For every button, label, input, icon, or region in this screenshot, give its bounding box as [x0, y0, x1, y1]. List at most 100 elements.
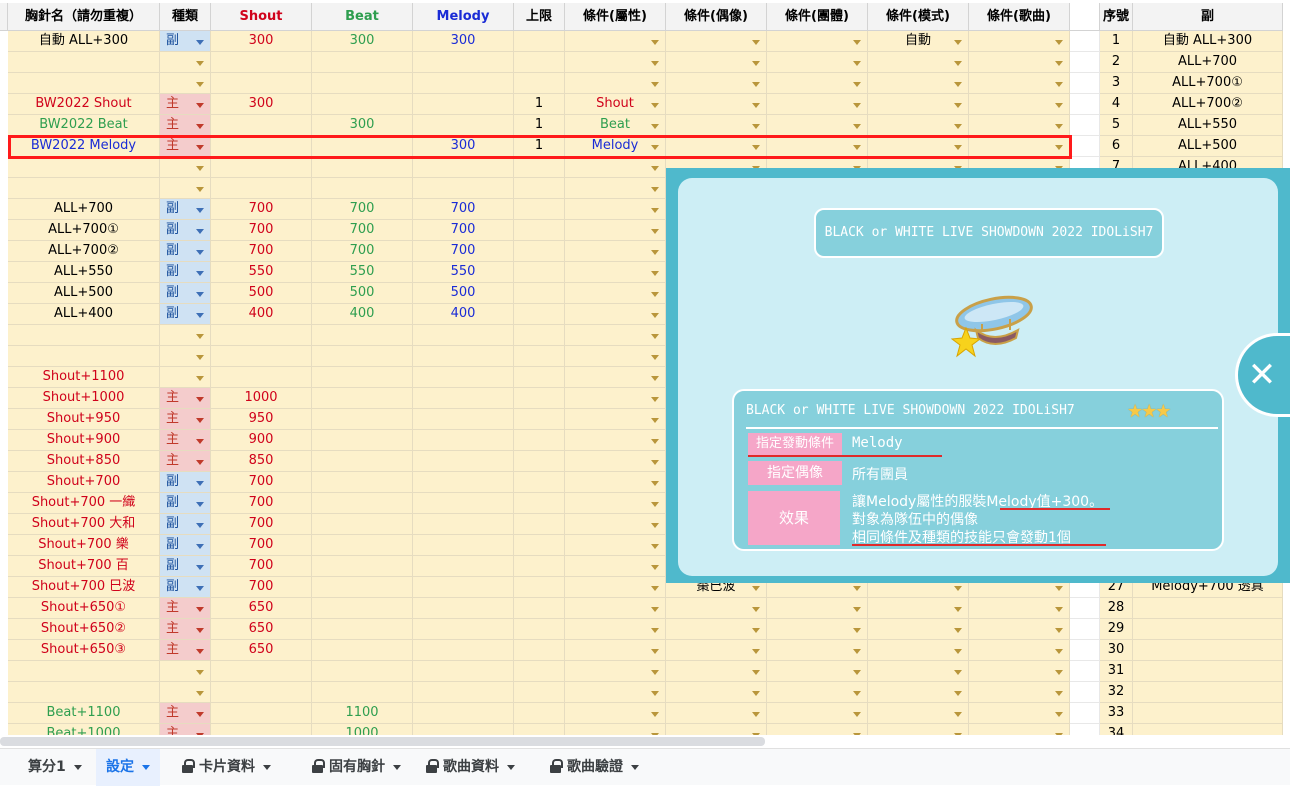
- table-cell-beat[interactable]: [312, 388, 413, 409]
- table-cell-attr[interactable]: [565, 472, 666, 493]
- table-cell-limit[interactable]: [514, 430, 565, 451]
- chevron-down-icon[interactable]: [196, 145, 204, 150]
- table-cell-limit[interactable]: [514, 577, 565, 598]
- chevron-down-icon[interactable]: [1055, 628, 1063, 633]
- table-cell-shout[interactable]: 700: [211, 220, 312, 241]
- table-cell-kind[interactable]: [160, 178, 211, 199]
- table-cell-sub[interactable]: ALL+700②: [1133, 94, 1283, 115]
- chevron-down-icon[interactable]: [196, 40, 204, 45]
- table-cell-shout[interactable]: [211, 73, 312, 94]
- table-cell-shout[interactable]: 700: [211, 577, 312, 598]
- table-cell-attr[interactable]: [565, 451, 666, 472]
- chevron-down-icon[interactable]: [651, 439, 659, 444]
- table-cell-idol[interactable]: [666, 703, 767, 724]
- table-cell-gap[interactable]: [1070, 52, 1100, 73]
- chevron-down-icon[interactable]: [196, 82, 204, 87]
- chevron-down-icon[interactable]: [1055, 145, 1063, 150]
- chevron-down-icon[interactable]: [752, 145, 760, 150]
- table-cell-attr[interactable]: [565, 52, 666, 73]
- table-cell-melody[interactable]: [413, 640, 514, 661]
- table-cell-song[interactable]: [969, 115, 1070, 136]
- chevron-down-icon[interactable]: [954, 607, 962, 612]
- chevron-down-icon[interactable]: [651, 334, 659, 339]
- table-cell-name[interactable]: Shout+650①: [8, 598, 160, 619]
- table-cell-beat[interactable]: [312, 556, 413, 577]
- table-cell-seq[interactable]: 28: [1100, 598, 1133, 619]
- table-cell-shout[interactable]: [211, 682, 312, 703]
- chevron-down-icon[interactable]: [1055, 607, 1063, 612]
- table-cell-limit[interactable]: [514, 451, 565, 472]
- chevron-down-icon[interactable]: [196, 649, 204, 654]
- table-cell-attr[interactable]: [565, 661, 666, 682]
- table-cell-name[interactable]: Shout+700 一織: [8, 493, 160, 514]
- table-cell-beat[interactable]: [312, 661, 413, 682]
- table-cell-seq[interactable]: 6: [1100, 136, 1133, 157]
- table-cell-sub[interactable]: [1133, 724, 1283, 735]
- table-cell-kind[interactable]: [160, 52, 211, 73]
- table-cell-gap[interactable]: [1070, 724, 1100, 735]
- table-cell-name[interactable]: Shout+900: [8, 430, 160, 451]
- chevron-down-icon[interactable]: [651, 145, 659, 150]
- table-cell-gap[interactable]: [1070, 94, 1100, 115]
- table-cell-kind[interactable]: 副: [160, 577, 211, 598]
- horizontal-scrollbar[interactable]: [0, 737, 765, 746]
- chevron-down-icon[interactable]: [651, 481, 659, 486]
- chevron-down-icon[interactable]: [196, 376, 204, 381]
- chevron-down-icon[interactable]: [1055, 103, 1063, 108]
- table-cell-seq[interactable]: 30: [1100, 640, 1133, 661]
- chevron-down-icon[interactable]: [853, 82, 861, 87]
- table-cell-name[interactable]: [8, 661, 160, 682]
- chevron-down-icon[interactable]: [196, 229, 204, 234]
- table-cell-name[interactable]: Shout+700: [8, 472, 160, 493]
- table-cell-mode[interactable]: [868, 703, 969, 724]
- table-cell-beat[interactable]: 700: [312, 220, 413, 241]
- table-cell-name[interactable]: [8, 178, 160, 199]
- table-cell-seq[interactable]: 3: [1100, 73, 1133, 94]
- table-cell-shout[interactable]: 300: [211, 94, 312, 115]
- table-cell-attr[interactable]: [565, 157, 666, 178]
- table-cell-beat[interactable]: [312, 52, 413, 73]
- table-cell-gap[interactable]: [1070, 640, 1100, 661]
- table-cell-idol[interactable]: [666, 619, 767, 640]
- chevron-down-icon[interactable]: [196, 670, 204, 675]
- chevron-down-icon[interactable]: [1055, 124, 1063, 129]
- table-cell-sub[interactable]: [1133, 640, 1283, 661]
- table-cell-name[interactable]: Shout+700 樂: [8, 535, 160, 556]
- column-header[interactable]: 條件(歌曲): [969, 3, 1070, 31]
- table-cell-melody[interactable]: 550: [413, 262, 514, 283]
- table-cell-attr[interactable]: [565, 388, 666, 409]
- table-cell-kind[interactable]: [160, 346, 211, 367]
- table-cell-kind[interactable]: 主: [160, 115, 211, 136]
- chevron-down-icon[interactable]: [752, 607, 760, 612]
- table-cell-attr[interactable]: [565, 430, 666, 451]
- table-cell-name[interactable]: Shout+950: [8, 409, 160, 430]
- sheet-tab[interactable]: 歌曲驗證: [540, 749, 649, 786]
- chevron-down-icon[interactable]: [651, 208, 659, 213]
- chevron-down-icon[interactable]: [752, 586, 760, 591]
- table-cell-limit[interactable]: [514, 52, 565, 73]
- table-cell-name[interactable]: [8, 325, 160, 346]
- table-cell-gap[interactable]: [1070, 619, 1100, 640]
- chevron-down-icon[interactable]: [196, 103, 204, 108]
- table-cell-limit[interactable]: [514, 157, 565, 178]
- table-cell-limit[interactable]: [514, 514, 565, 535]
- chevron-down-icon[interactable]: [651, 544, 659, 549]
- chevron-down-icon[interactable]: [1055, 649, 1063, 654]
- table-cell-mode[interactable]: 自動: [868, 31, 969, 52]
- chevron-down-icon[interactable]: [651, 670, 659, 675]
- table-cell-limit[interactable]: [514, 283, 565, 304]
- chevron-down-icon[interactable]: [651, 40, 659, 45]
- table-cell-limit[interactable]: [514, 262, 565, 283]
- table-cell-limit[interactable]: [514, 556, 565, 577]
- table-cell-name[interactable]: Shout+850: [8, 451, 160, 472]
- table-cell-shout[interactable]: 700: [211, 493, 312, 514]
- table-cell-melody[interactable]: [413, 409, 514, 430]
- table-cell-melody[interactable]: 700: [413, 199, 514, 220]
- table-cell-name[interactable]: Shout+1000: [8, 388, 160, 409]
- table-cell-kind[interactable]: 副: [160, 304, 211, 325]
- table-cell-melody[interactable]: [413, 94, 514, 115]
- table-cell-melody[interactable]: [413, 661, 514, 682]
- table-cell-limit[interactable]: [514, 661, 565, 682]
- table-cell-beat[interactable]: [312, 346, 413, 367]
- table-cell-name[interactable]: ALL+700②: [8, 241, 160, 262]
